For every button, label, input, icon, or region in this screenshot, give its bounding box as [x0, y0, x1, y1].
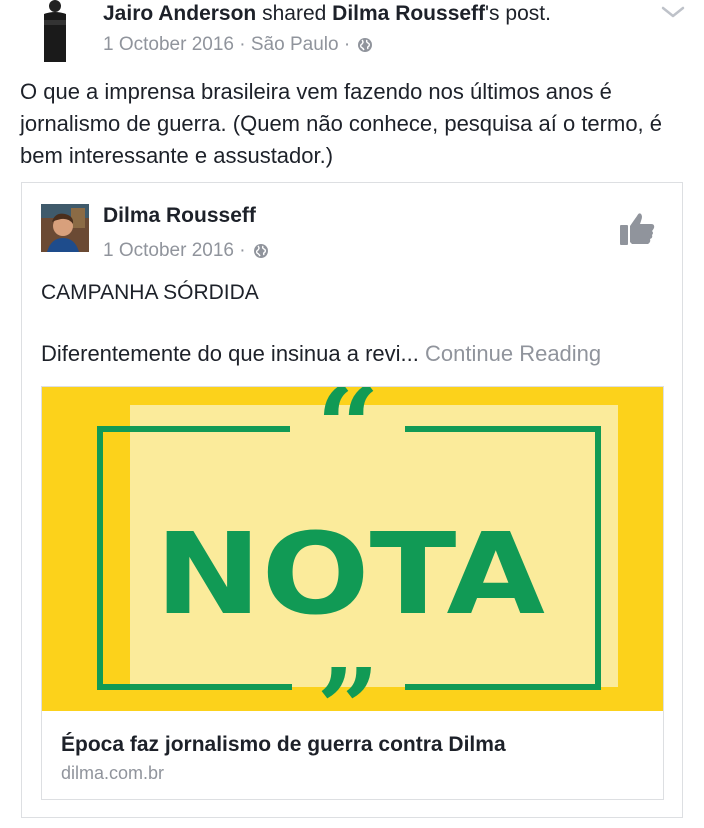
avatar[interactable] — [30, 0, 80, 62]
globe-icon — [358, 38, 373, 52]
thumbs-up-icon[interactable] — [618, 209, 656, 247]
shared-post-meta: 1 October 2016 · — [103, 240, 269, 262]
post-location[interactable]: São Paulo — [251, 34, 339, 55]
shared-post-title: CAMPANHA SÓRDIDA — [41, 281, 259, 304]
link-preview-image[interactable]: “ ” NOTA — [42, 387, 663, 711]
original-author-name[interactable]: Dilma Rousseff — [332, 2, 485, 25]
shared-post-card[interactable]: Dilma Rousseff 1 October 2016 · CAMPANHA… — [21, 182, 683, 818]
post-suffix: 's post. — [485, 2, 551, 25]
avatar[interactable] — [41, 204, 89, 252]
post-date[interactable]: 1 October 2016 — [103, 34, 234, 55]
shared-author-name[interactable]: Dilma Rousseff — [103, 204, 256, 228]
link-domain: dilma.com.br — [61, 763, 165, 783]
nota-image-text: NOTA — [155, 510, 545, 640]
post-text: O que a imprensa brasileira vem fazendo … — [20, 79, 663, 168]
author-name[interactable]: Jairo Anderson — [103, 2, 256, 25]
chevron-down-icon[interactable] — [660, 2, 686, 22]
shared-post-snippet: Diferentemente do que insinua a revi... … — [41, 341, 601, 367]
meta-separator: · — [239, 34, 246, 55]
post-header: Jairo Anderson shared Dilma Rousseff's p… — [0, 0, 704, 70]
svg-text:“: “ — [316, 387, 379, 491]
shared-word: shared — [262, 2, 327, 25]
link-preview[interactable]: “ ” NOTA Época faz jornalismo de guerra … — [41, 386, 664, 800]
link-title[interactable]: Época faz jornalismo de guerra contra Di… — [61, 733, 506, 757]
post-meta: 1 October 2016 · São Paulo · — [103, 34, 373, 56]
snippet-text: Diferentemente do que insinua a revi... — [41, 341, 419, 366]
meta-separator: · — [343, 34, 351, 55]
post-author-line: Jairo Anderson shared Dilma Rousseff's p… — [103, 2, 551, 26]
continue-reading-link[interactable]: Continue Reading — [425, 341, 601, 366]
shared-post-date[interactable]: 1 October 2016 — [103, 240, 234, 261]
svg-text:”: ” — [316, 644, 379, 711]
globe-icon — [253, 243, 268, 258]
meta-separator: · — [239, 240, 246, 261]
